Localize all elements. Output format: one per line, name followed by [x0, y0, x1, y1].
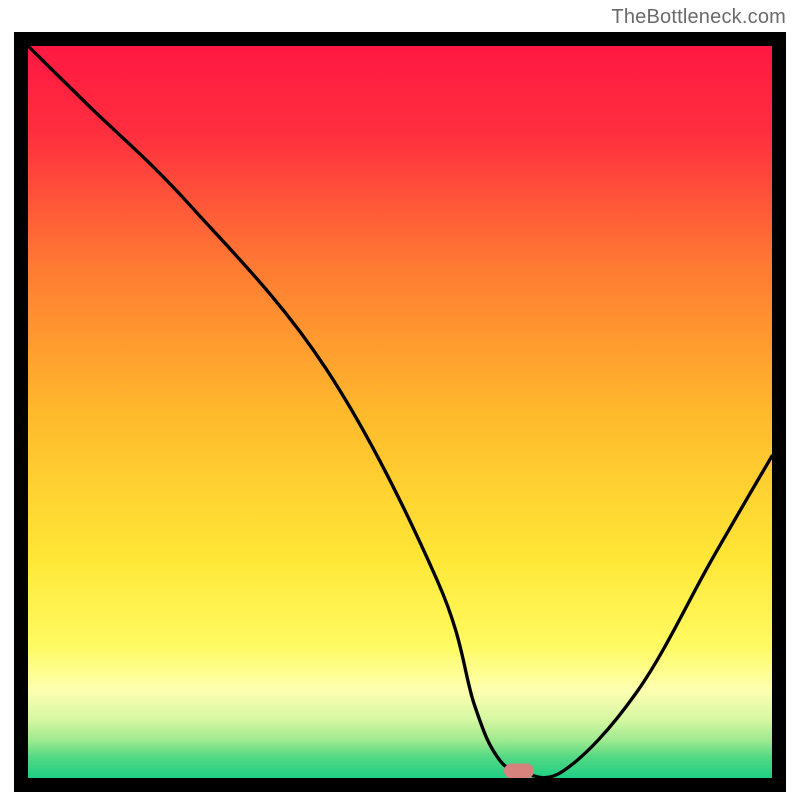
chart-curve-layer: [28, 46, 772, 778]
optimal-point-marker: [504, 763, 534, 778]
chart-frame: [14, 32, 786, 792]
attribution-text: TheBottleneck.com: [611, 6, 786, 29]
bottleneck-curve: [28, 46, 772, 778]
